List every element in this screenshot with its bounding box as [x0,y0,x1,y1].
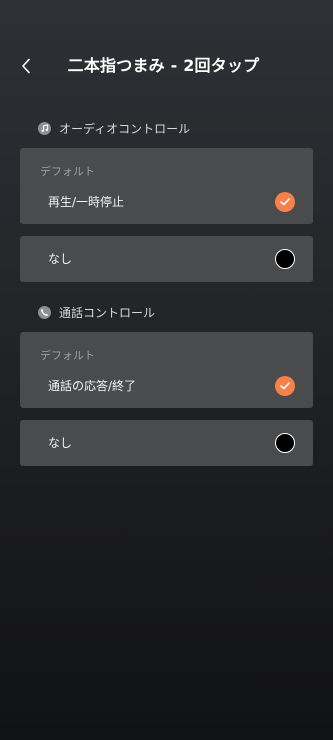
audio-default-card: デフォルト 再生/一時停止 [20,148,313,224]
back-button[interactable] [12,52,40,80]
option-label: なし [48,252,73,266]
option-none-audio[interactable]: なし [20,245,313,273]
music-note-icon [38,121,51,135]
option-none-call[interactable]: なし [20,429,313,457]
radio-unselected-icon[interactable] [275,433,295,453]
section-header-call: 通話コントロール [38,302,155,322]
option-label: なし [48,436,73,450]
radio-unselected-icon[interactable] [275,249,295,269]
section-title: オーディオコントロール [59,121,191,136]
default-label: デフォルト [40,165,95,178]
app-header: 二本指つまみ - 2回タップ [0,44,333,88]
option-play-pause[interactable]: 再生/一時停止 [20,188,313,216]
option-label: 通話の応答/終了 [48,379,137,393]
audio-none-card: なし [20,236,313,282]
call-none-card: なし [20,420,313,466]
page-title: 二本指つまみ - 2回タップ [67,56,260,75]
option-label: 再生/一時停止 [48,195,125,209]
call-default-card: デフォルト 通話の応答/終了 [20,332,313,408]
phone-icon [38,305,51,319]
checkmark-radio-icon[interactable] [275,192,295,212]
default-label: デフォルト [40,349,95,362]
section-title: 通話コントロール [59,305,156,320]
section-header-audio: オーディオコントロール [38,118,190,138]
chevron-left-icon [22,58,30,74]
option-answer-end-call[interactable]: 通話の応答/終了 [20,372,313,400]
checkmark-radio-icon[interactable] [275,376,295,396]
